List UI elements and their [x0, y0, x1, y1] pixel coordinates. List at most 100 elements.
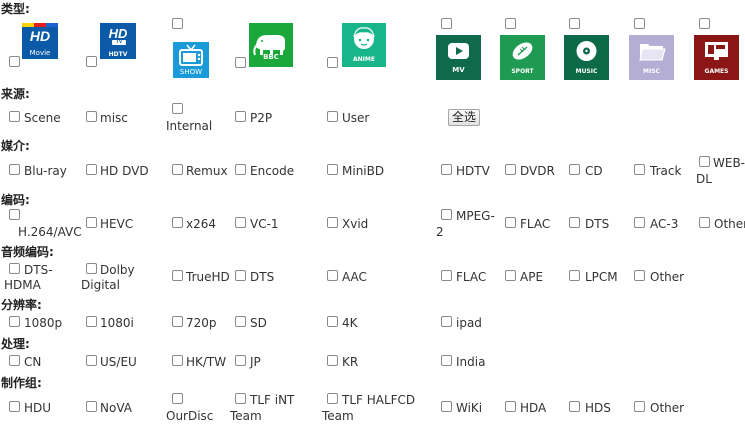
audio-checkbox-lpcm[interactable] — [569, 270, 580, 281]
source-checkbox-scene[interactable] — [9, 111, 20, 122]
medium-checkbox-track[interactable] — [634, 164, 645, 175]
audio-checkbox-dolbydigital[interactable] — [86, 263, 97, 274]
group-checkbox-hds[interactable] — [569, 401, 580, 412]
group-label-wiki: WiKi — [456, 401, 483, 415]
category-checkbox-mv[interactable] — [441, 18, 452, 29]
audio-checkbox-ape[interactable] — [505, 270, 516, 281]
group-checkbox-hdu[interactable] — [9, 401, 20, 412]
resolution-checkbox-sd[interactable] — [235, 316, 246, 327]
processing-checkbox-jp[interactable] — [235, 355, 246, 366]
category-tile-movie[interactable]: HD Movie — [22, 23, 58, 59]
audio-checkbox-dtshdma[interactable] — [9, 263, 20, 274]
codec-checkbox-xvid[interactable] — [327, 217, 338, 228]
category-tile-mv[interactable]: MV — [436, 35, 481, 80]
codec-checkbox-dts[interactable] — [569, 217, 580, 228]
medium-checkbox-remux[interactable] — [172, 164, 183, 175]
resolution-label-sd: SD — [250, 316, 267, 330]
category-checkbox-bbc[interactable] — [235, 57, 246, 68]
audio-checkbox-dts[interactable] — [235, 270, 246, 281]
category-caption: ANIME — [353, 56, 375, 63]
resolution-label-1080p: 1080p — [24, 316, 63, 330]
category-checkbox-anime[interactable] — [327, 57, 338, 68]
processing-checkbox-kr[interactable] — [327, 355, 338, 366]
category-tile-sport[interactable]: SPORT — [500, 35, 545, 80]
codec-checkbox-x264[interactable] — [172, 217, 183, 228]
medium-checkbox-dvdr[interactable] — [505, 164, 516, 175]
category-checkbox-games[interactable] — [699, 18, 710, 29]
category-checkbox-sport[interactable] — [505, 18, 516, 29]
audio-label-dtshdma-line1: DTS- — [24, 263, 53, 277]
category-tile-games[interactable]: GAMES — [694, 35, 739, 80]
medium-checkbox-cd[interactable] — [569, 164, 580, 175]
source-checkbox-internal[interactable] — [172, 103, 183, 114]
category-caption: MUSIC — [575, 68, 598, 75]
medium-checkbox-bluray[interactable] — [9, 164, 20, 175]
category-tile-hdtv[interactable]: HD TV HDTV — [100, 23, 136, 59]
medium-label-dvdr: DVDR — [520, 164, 555, 178]
resolution-checkbox-4k[interactable] — [327, 316, 338, 327]
source-checkbox-misc[interactable] — [86, 111, 97, 122]
group-checkbox-hda[interactable] — [505, 401, 516, 412]
codec-checkbox-ac3[interactable] — [634, 217, 645, 228]
audio-checkbox-flac[interactable] — [441, 270, 452, 281]
category-checkbox-misc[interactable] — [634, 18, 645, 29]
medium-checkbox-hddvd[interactable] — [86, 164, 97, 175]
group-checkbox-other[interactable] — [634, 401, 645, 412]
category-caption: HDTV — [108, 51, 128, 58]
medium-checkbox-webdl[interactable] — [699, 156, 710, 167]
codec-label-hevc: HEVC — [100, 217, 134, 231]
group-label-tlfint-line1: TLF iNT — [250, 393, 295, 407]
source-checkbox-p2p[interactable] — [235, 111, 246, 122]
group-checkbox-tlfhalfcd[interactable] — [327, 393, 338, 404]
section-label-processing: 处理: — [1, 337, 30, 351]
codec-checkbox-hevc[interactable] — [86, 217, 97, 228]
category-checkbox-music[interactable] — [569, 18, 580, 29]
audio-label-aac: AAC — [342, 270, 367, 284]
category-tile-bbc[interactable]: BBC — [249, 23, 293, 67]
codec-checkbox-h264[interactable] — [9, 209, 20, 220]
resolution-checkbox-720p[interactable] — [172, 316, 183, 327]
processing-checkbox-india[interactable] — [441, 355, 452, 366]
codec-label-vc1: VC-1 — [250, 217, 279, 231]
group-checkbox-ourdisc[interactable] — [172, 393, 183, 404]
category-tile-misc[interactable]: MISC — [629, 35, 674, 80]
codec-label-dts: DTS — [585, 217, 610, 231]
codec-checkbox-mpeg2[interactable] — [441, 209, 452, 220]
source-label-internal: Internal — [166, 119, 213, 133]
source-checkbox-user[interactable] — [327, 111, 338, 122]
processing-checkbox-cn[interactable] — [9, 355, 20, 366]
select-all-button[interactable]: 全选 — [448, 109, 480, 126]
section-label-source: 来源: — [1, 87, 30, 101]
group-checkbox-nova[interactable] — [86, 401, 97, 412]
medium-checkbox-hdtv[interactable] — [441, 164, 452, 175]
codec-label-ac3: AC-3 — [650, 217, 679, 231]
section-label-audio: 音频编码: — [1, 245, 54, 259]
category-tile-music[interactable]: MUSIC — [564, 35, 609, 80]
codec-checkbox-flac[interactable] — [505, 217, 516, 228]
category-checkbox-show[interactable] — [172, 18, 183, 29]
category-tile-anime[interactable]: ANIME — [342, 23, 386, 67]
resolution-checkbox-1080i[interactable] — [86, 316, 97, 327]
resolution-checkbox-ipad[interactable] — [441, 316, 452, 327]
codec-label-flac: FLAC — [520, 217, 551, 231]
category-tile-show[interactable]: SHOW — [173, 42, 209, 78]
medium-checkbox-minibd[interactable] — [327, 164, 338, 175]
group-label-hdu: HDU — [24, 401, 52, 415]
group-checkbox-wiki[interactable] — [441, 401, 452, 412]
resolution-checkbox-1080p[interactable] — [9, 316, 20, 327]
audio-checkbox-truehd[interactable] — [172, 270, 183, 281]
audio-label-flac: FLAC — [456, 270, 487, 284]
audio-checkbox-other[interactable] — [634, 270, 645, 281]
codec-checkbox-other[interactable] — [699, 217, 710, 228]
category-checkbox-movie[interactable] — [9, 56, 20, 67]
processing-checkbox-hktw[interactable] — [172, 355, 183, 366]
processing-checkbox-useu[interactable] — [86, 355, 97, 366]
medium-label-encode: Encode — [250, 164, 295, 178]
category-checkbox-hdtv[interactable] — [86, 56, 97, 67]
audio-checkbox-aac[interactable] — [327, 270, 338, 281]
resolution-label-720p: 720p — [186, 316, 217, 330]
group-checkbox-tlfint[interactable] — [235, 393, 246, 404]
codec-checkbox-vc1[interactable] — [235, 217, 246, 228]
medium-checkbox-encode[interactable] — [235, 164, 246, 175]
category-caption: MV — [452, 66, 465, 74]
